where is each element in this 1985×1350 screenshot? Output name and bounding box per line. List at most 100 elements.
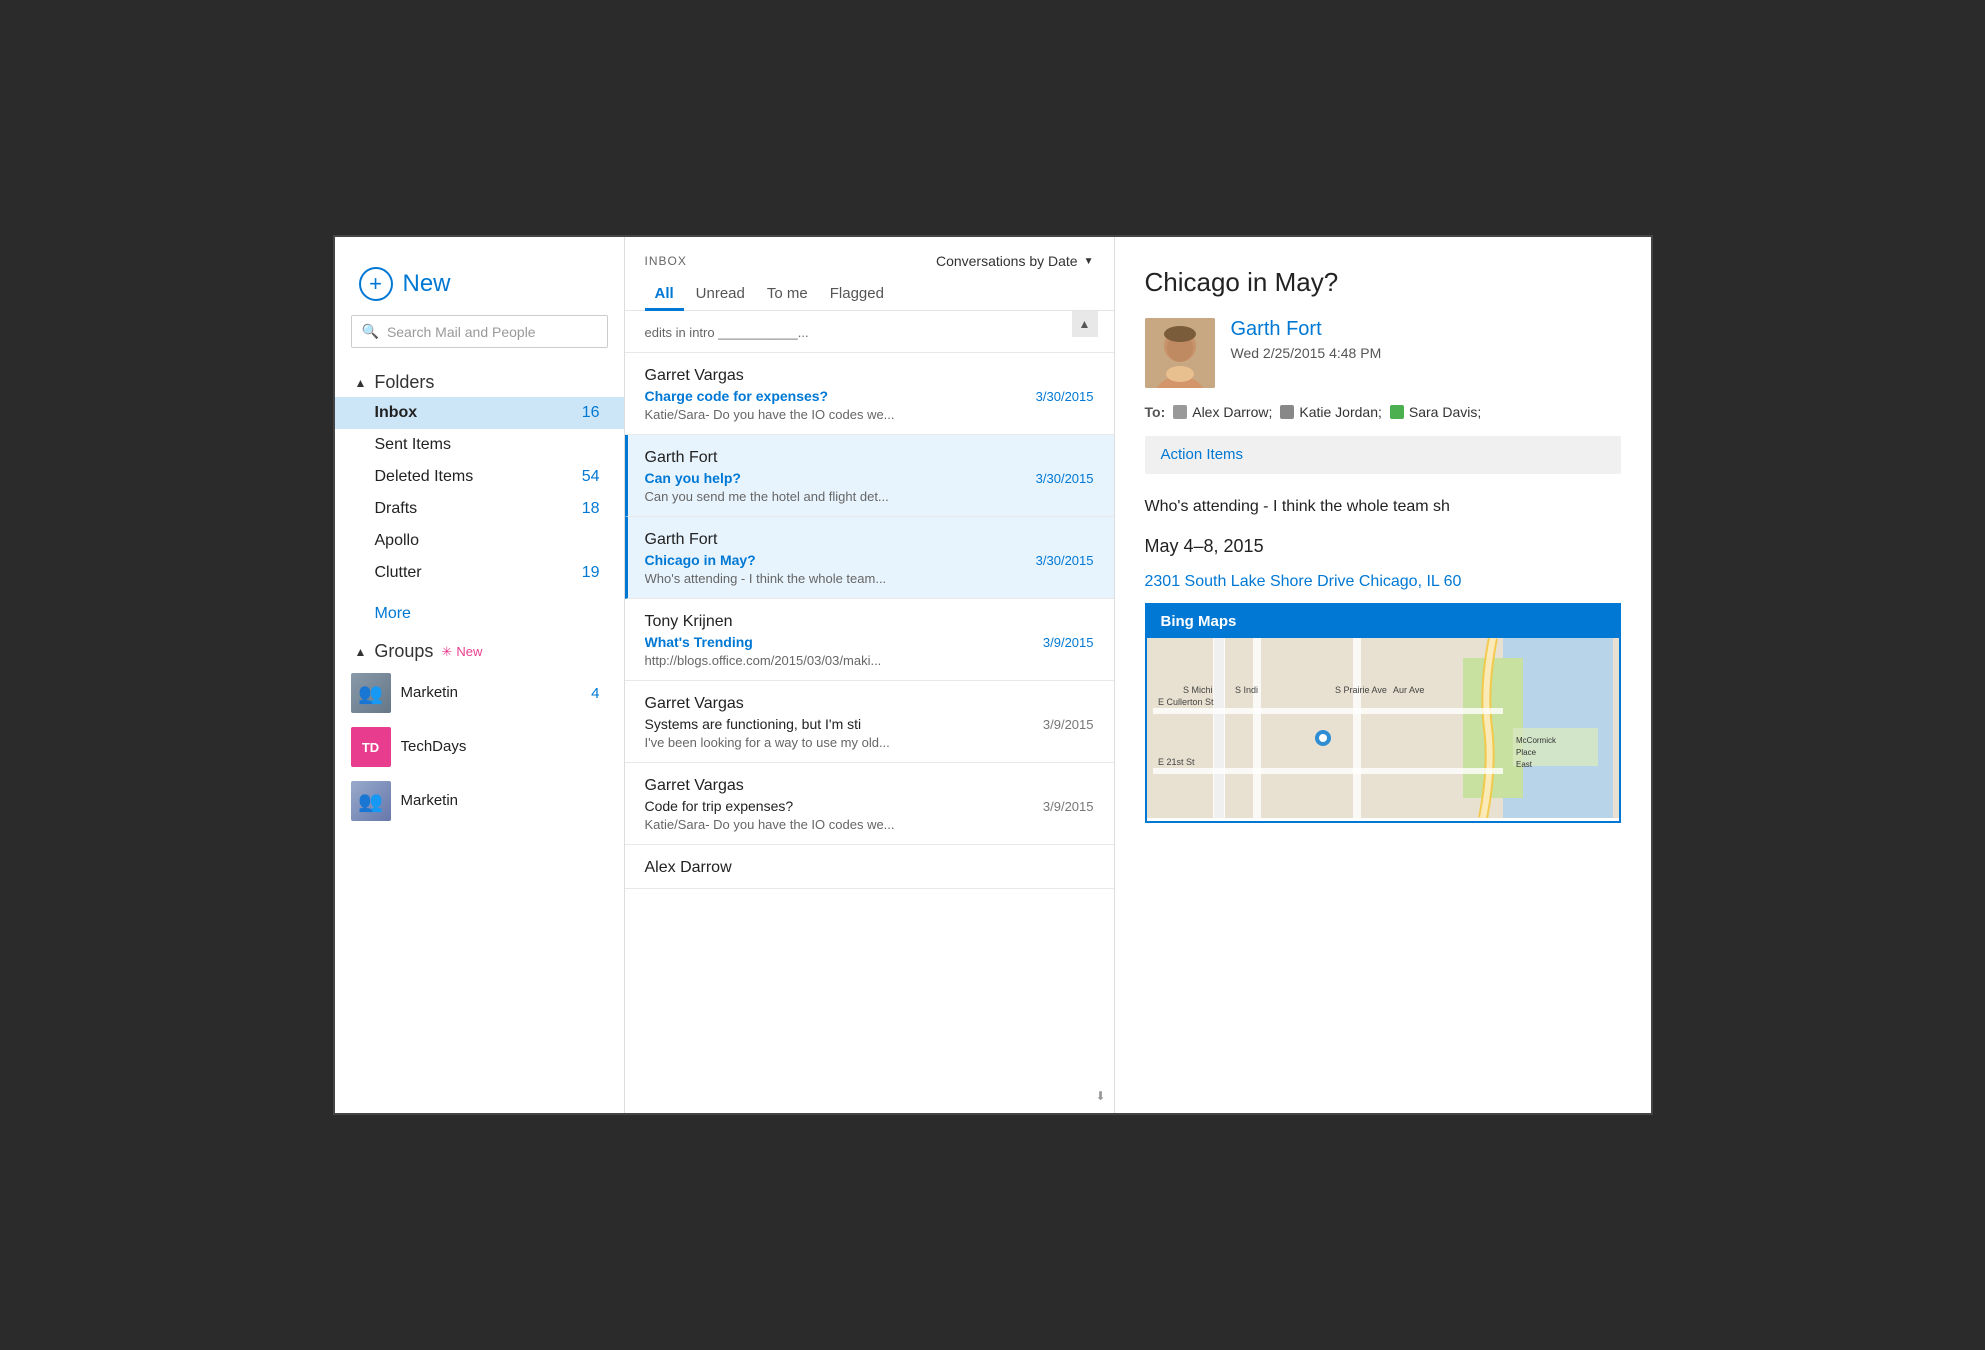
svg-text:Aur Ave: Aur Ave [1393, 685, 1424, 695]
folders-section-header[interactable]: ▲ Folders [335, 366, 624, 397]
mail-item-2[interactable]: Garth Fort Chicago in May? 3/30/2015 Who… [625, 517, 1114, 599]
folder-count-inbox: 16 [582, 404, 600, 422]
mail-date-0: 3/30/2015 [1036, 389, 1094, 404]
group-info-marketing1: Marketin [401, 684, 582, 702]
svg-text:E Cullerton St: E Cullerton St [1158, 697, 1214, 707]
recipient-name-alex[interactable]: Alex Darrow; [1192, 404, 1272, 420]
recipient-dot-katie [1280, 405, 1294, 419]
sender-datetime: Wed 2/25/2015 4:48 PM [1231, 345, 1621, 361]
folder-count-deleted: 54 [582, 468, 600, 486]
inbox-label: INBOX [645, 254, 687, 268]
bing-maps-header: Bing Maps [1147, 605, 1619, 638]
mail-preview-1: Can you send me the hotel and flight det… [645, 489, 1094, 504]
folder-name-inbox: Inbox [375, 404, 582, 422]
folder-list: Inbox 16 Sent Items Deleted Items 54 Dra… [335, 397, 624, 589]
sender-details: Garth Fort Wed 2/25/2015 4:48 PM [1231, 318, 1621, 361]
sort-button[interactable]: Conversations by Date ▼ [936, 253, 1094, 269]
new-label: New [403, 270, 451, 298]
groups-section-header[interactable]: ▲ Groups ✳ New [335, 635, 624, 666]
group-item-techdays[interactable]: TD TechDays [335, 720, 624, 774]
mail-item-6-partial[interactable]: Alex Darrow ⬇ [625, 845, 1114, 889]
folder-item-apollo[interactable]: Apollo [335, 525, 624, 557]
filter-tab-all[interactable]: All [645, 279, 684, 311]
email-date-info: May 4–8, 2015 [1145, 536, 1621, 557]
recipient-chip-katie: Katie Jordan; [1280, 404, 1382, 420]
folder-item-sent[interactable]: Sent Items [335, 429, 624, 461]
search-placeholder: Search Mail and People [387, 324, 536, 340]
mail-subject-5: Code for trip expenses? [645, 798, 1033, 814]
group-item-marketing1[interactable]: Marketin 4 [335, 666, 624, 720]
scroll-up-button[interactable]: ▲ [1072, 311, 1098, 337]
recipients-row: To: Alex Darrow; Katie Jordan; Sara Davi… [1145, 404, 1621, 420]
mail-date-2: 3/30/2015 [1036, 553, 1094, 568]
folder-name-clutter: Clutter [375, 564, 582, 582]
mail-sender-4: Garret Vargas [645, 695, 1094, 713]
folder-count-clutter: 19 [582, 564, 600, 582]
folder-item-clutter[interactable]: Clutter 19 [335, 557, 624, 589]
group-info-techdays: TechDays [401, 738, 590, 756]
sort-label: Conversations by Date [936, 253, 1078, 269]
mail-preview-2: Who's attending - I think the whole team… [645, 571, 1094, 586]
mail-item-3[interactable]: Tony Krijnen What's Trending 3/9/2015 ht… [625, 599, 1114, 681]
mail-item-1[interactable]: Garth Fort Can you help? 3/30/2015 Can y… [625, 435, 1114, 517]
sort-arrow-icon: ▼ [1084, 256, 1094, 267]
mail-subject-row-2: Chicago in May? 3/30/2015 [645, 552, 1094, 568]
action-items-label[interactable]: Action Items [1161, 446, 1244, 463]
groups-title: Groups [374, 641, 433, 662]
email-subject-title: Chicago in May? [1145, 267, 1621, 298]
mail-subject-1: Can you help? [645, 470, 1026, 486]
mail-item-0[interactable]: Garret Vargas Charge code for expenses? … [625, 353, 1114, 435]
mail-date-1: 3/30/2015 [1036, 471, 1094, 486]
folder-item-deleted[interactable]: Deleted Items 54 [335, 461, 624, 493]
inbox-header: INBOX Conversations by Date ▼ All Unread… [625, 237, 1114, 311]
recipient-dot-sara [1390, 405, 1404, 419]
filter-tab-flagged[interactable]: Flagged [820, 279, 894, 311]
folder-count-drafts: 18 [582, 500, 600, 518]
group-avatar-marketing1 [351, 673, 391, 713]
mail-date-5: 3/9/2015 [1043, 799, 1094, 814]
email-body: Who's attending - I think the whole team… [1145, 494, 1621, 520]
scroll-indicator: ⬇ [1095, 1089, 1105, 1103]
mail-preview-5: Katie/Sara- Do you have the IO codes we.… [645, 817, 1094, 832]
groups-new-badge: ✳ New [441, 644, 482, 660]
mail-subject-row-5: Code for trip expenses? 3/9/2015 [645, 798, 1094, 814]
svg-text:Place: Place [1516, 748, 1537, 757]
action-items-bar[interactable]: Action Items [1145, 436, 1621, 474]
filter-tab-unread[interactable]: Unread [686, 279, 755, 311]
recipient-name-katie[interactable]: Katie Jordan; [1299, 404, 1382, 420]
mail-item-intro[interactable]: edits in intro ___________... [625, 311, 1114, 353]
sender-name[interactable]: Garth Fort [1231, 318, 1621, 341]
svg-text:McCormick: McCormick [1516, 736, 1557, 745]
mail-subject-row-4: Systems are functioning, but I'm sti 3/9… [645, 716, 1094, 732]
group-item-marketing3[interactable]: Marketin [335, 774, 624, 828]
mail-sender-0: Garret Vargas [645, 367, 1094, 385]
search-box[interactable]: 🔍 Search Mail and People [351, 315, 608, 348]
new-button[interactable]: + New [335, 257, 624, 315]
mail-list: ▲ edits in intro ___________... Garret V… [625, 311, 1114, 1113]
mail-preview-3: http://blogs.office.com/2015/03/03/maki.… [645, 653, 1094, 668]
bing-maps-container[interactable]: Bing Maps [1145, 603, 1621, 823]
mail-subject-2: Chicago in May? [645, 552, 1026, 568]
sender-avatar-image [1145, 318, 1215, 388]
mail-subject-4: Systems are functioning, but I'm sti [645, 716, 1033, 732]
right-panel: Chicago in May? G [1115, 237, 1651, 1113]
mail-item-4[interactable]: Garret Vargas Systems are functioning, b… [625, 681, 1114, 763]
folder-item-inbox[interactable]: Inbox 16 [335, 397, 624, 429]
more-link[interactable]: More [335, 597, 624, 631]
map-address-link[interactable]: 2301 South Lake Shore Drive Chicago, IL … [1145, 573, 1621, 591]
svg-text:S Michi: S Michi [1183, 685, 1213, 695]
group-name-marketing1: Marketin [401, 684, 459, 701]
group-name-techdays: TechDays [401, 738, 467, 755]
mail-sender-2: Garth Fort [645, 531, 1094, 549]
recipient-name-sara[interactable]: Sara Davis; [1409, 404, 1481, 420]
folder-name-drafts: Drafts [375, 500, 582, 518]
mail-sender-5: Garret Vargas [645, 777, 1094, 795]
inbox-title-row: INBOX Conversations by Date ▼ [645, 253, 1094, 269]
map-area[interactable]: S Michi S Indi S Prairie Ave Aur Ave E C… [1147, 638, 1619, 818]
mail-item-5[interactable]: Garret Vargas Code for trip expenses? 3/… [625, 763, 1114, 845]
map-svg: S Michi S Indi S Prairie Ave Aur Ave E C… [1147, 638, 1619, 818]
recipient-chip-sara: Sara Davis; [1390, 404, 1481, 420]
filter-tab-tome[interactable]: To me [757, 279, 818, 311]
filter-tabs: All Unread To me Flagged [645, 279, 1094, 310]
folder-item-drafts[interactable]: Drafts 18 [335, 493, 624, 525]
